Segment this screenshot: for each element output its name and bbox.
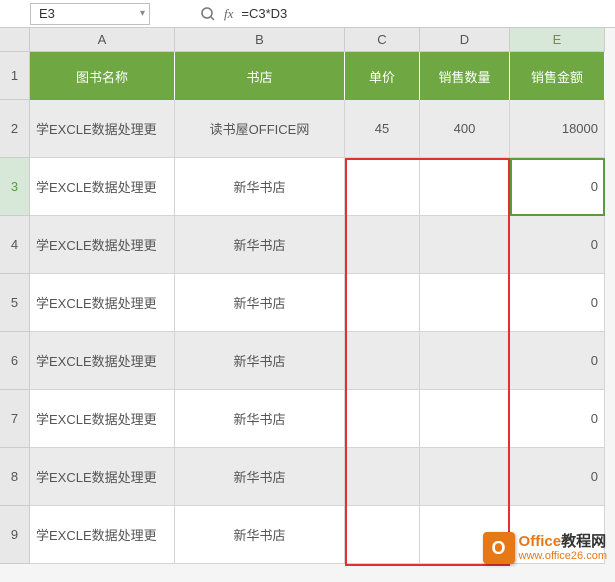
watermark-title-en: Office (519, 533, 562, 550)
cell-reference-box[interactable]: E3 ▾ (30, 3, 150, 25)
header-price[interactable]: 单价 (345, 52, 420, 100)
table-row: 学EXCLE数据处理更 新华书店 0 (30, 448, 605, 506)
column-headers: A B C D E (30, 28, 605, 52)
cell[interactable]: 45 (345, 100, 420, 158)
cell[interactable]: 0 (510, 332, 605, 390)
cell[interactable]: 读书屋OFFICE网 (175, 100, 345, 158)
table-header-row: 图书名称 书店 单价 销售数量 销售金额 (30, 52, 605, 100)
cell[interactable]: 0 (510, 448, 605, 506)
chevron-down-icon[interactable]: ▾ (140, 8, 145, 19)
cell[interactable] (345, 216, 420, 274)
cell[interactable]: 学EXCLE数据处理更 (30, 100, 175, 158)
cell[interactable]: 新华书店 (175, 158, 345, 216)
cell[interactable] (345, 274, 420, 332)
table-row: 学EXCLE数据处理更 新华书店 0 (30, 158, 605, 216)
row-header-5[interactable]: 5 (0, 274, 30, 332)
cell[interactable]: 学EXCLE数据处理更 (30, 448, 175, 506)
cell[interactable]: 学EXCLE数据处理更 (30, 332, 175, 390)
cell[interactable] (345, 506, 420, 564)
header-store[interactable]: 书店 (175, 52, 345, 100)
row-header-9[interactable]: 9 (0, 506, 30, 564)
table-row: 学EXCLE数据处理更 读书屋OFFICE网 45 400 18000 (30, 100, 605, 158)
column-header-a[interactable]: A (30, 28, 175, 52)
cell[interactable]: 新华书店 (175, 390, 345, 448)
row-header-4[interactable]: 4 (0, 216, 30, 274)
table-row: 学EXCLE数据处理更 新华书店 0 (30, 332, 605, 390)
cell[interactable]: 0 (510, 390, 605, 448)
cell[interactable] (420, 158, 510, 216)
cell[interactable] (345, 158, 420, 216)
cell[interactable]: 学EXCLE数据处理更 (30, 158, 175, 216)
header-quantity[interactable]: 销售数量 (420, 52, 510, 100)
cell[interactable]: 0 (510, 274, 605, 332)
cell[interactable]: 新华书店 (175, 448, 345, 506)
cell[interactable]: 新华书店 (175, 216, 345, 274)
cell[interactable] (345, 448, 420, 506)
watermark-title-cn: 教程网 (561, 533, 606, 550)
cell[interactable]: 0 (510, 216, 605, 274)
cell[interactable] (345, 332, 420, 390)
cell[interactable]: 18000 (510, 100, 605, 158)
column-header-b[interactable]: B (175, 28, 345, 52)
fx-icon[interactable]: fx (224, 6, 233, 22)
row-header-3[interactable]: 3 (0, 158, 30, 216)
header-book-name[interactable]: 图书名称 (30, 52, 175, 100)
cell[interactable] (420, 274, 510, 332)
row-header-2[interactable]: 2 (0, 100, 30, 158)
cell[interactable]: 学EXCLE数据处理更 (30, 506, 175, 564)
select-all-corner[interactable] (0, 28, 30, 52)
column-header-e[interactable]: E (510, 28, 605, 52)
cell[interactable]: 学EXCLE数据处理更 (30, 216, 175, 274)
row-header-8[interactable]: 8 (0, 448, 30, 506)
table-row: 学EXCLE数据处理更 新华书店 0 (30, 274, 605, 332)
cell-reference-value: E3 (39, 6, 55, 21)
cell[interactable]: 新华书店 (175, 274, 345, 332)
active-cell[interactable]: 0 (510, 158, 605, 216)
watermark-url: www.office26.com (519, 550, 607, 562)
row-header-6[interactable]: 6 (0, 332, 30, 390)
formula-bar: E3 ▾ fx (0, 0, 615, 28)
cell[interactable]: 新华书店 (175, 506, 345, 564)
spreadsheet-grid: 图书名称 书店 单价 销售数量 销售金额 学EXCLE数据处理更 读书屋OFFI… (30, 52, 605, 564)
header-amount[interactable]: 销售金额 (510, 52, 605, 100)
row-headers: 1 2 3 4 5 6 7 8 9 (0, 52, 30, 564)
cell[interactable]: 新华书店 (175, 332, 345, 390)
cell[interactable]: 学EXCLE数据处理更 (30, 274, 175, 332)
watermark-badge-icon: O (483, 532, 515, 564)
table-row: 学EXCLE数据处理更 新华书店 0 (30, 390, 605, 448)
table-row: 学EXCLE数据处理更 新华书店 0 (30, 216, 605, 274)
column-header-c[interactable]: C (345, 28, 420, 52)
column-header-d[interactable]: D (420, 28, 510, 52)
cell[interactable] (345, 390, 420, 448)
cell[interactable] (420, 332, 510, 390)
watermark-text: Office教程网 www.office26.com (519, 534, 607, 563)
cell[interactable]: 400 (420, 100, 510, 158)
formula-input[interactable] (241, 6, 441, 21)
cell[interactable] (420, 448, 510, 506)
zoom-lens-icon[interactable] (200, 6, 216, 22)
row-header-7[interactable]: 7 (0, 390, 30, 448)
formula-area: fx (200, 6, 441, 22)
row-header-1[interactable]: 1 (0, 52, 30, 100)
cell[interactable]: 学EXCLE数据处理更 (30, 390, 175, 448)
watermark: O Office教程网 www.office26.com (483, 532, 607, 564)
cell[interactable] (420, 390, 510, 448)
cell[interactable] (420, 216, 510, 274)
